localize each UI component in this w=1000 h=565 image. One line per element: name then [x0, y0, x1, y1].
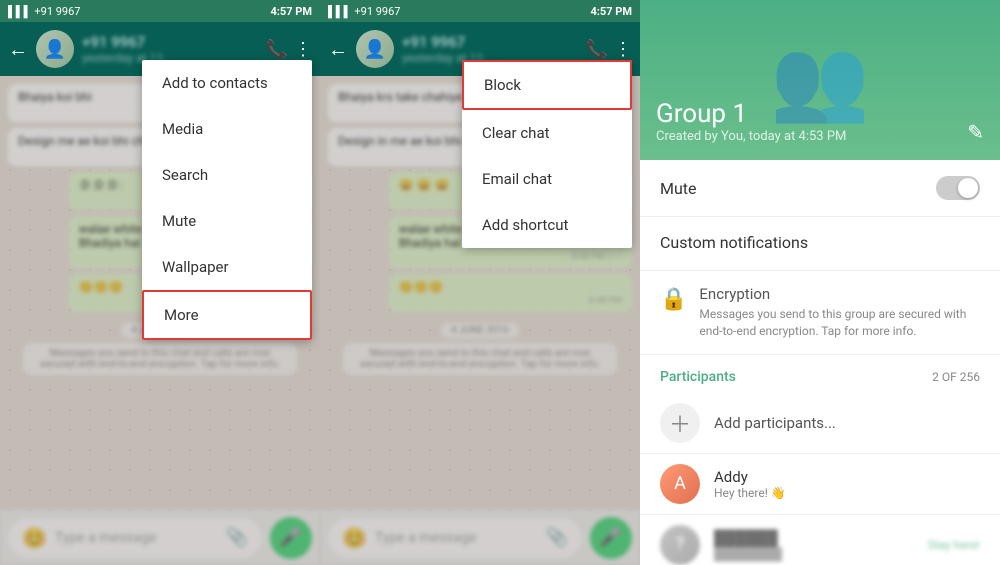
status-left-2: ▌▌▌ +91 9967 — [328, 5, 400, 18]
menu-clear-chat[interactable]: Clear chat — [462, 110, 632, 156]
add-participant-row[interactable]: ＋ Add participants... — [640, 393, 1000, 454]
header-icons-2: 📞 ⋮ — [586, 39, 632, 60]
phone-icon-1[interactable]: 📞 — [266, 39, 288, 60]
menu-add-contacts[interactable]: Add to contacts — [142, 60, 312, 106]
encryption-row[interactable]: 🔒 Encryption Messages you send to this g… — [640, 271, 1000, 355]
mute-row: Mute — [640, 160, 1000, 217]
participants-header: Participants 2 OF 256 — [640, 355, 1000, 393]
menu-more[interactable]: More — [142, 290, 312, 340]
group-created: Created by You, today at 4:53 PM — [656, 129, 984, 144]
menu-search[interactable]: Search — [142, 152, 312, 198]
participant-name-blurred: ██████ — [714, 529, 913, 547]
back-arrow-2[interactable]: ← — [328, 37, 348, 62]
participant-info: Addy Hey there! 👋 — [714, 468, 980, 500]
signal-icon-2: ▌▌▌ — [328, 5, 351, 18]
contact-avatar-2: 👤 — [356, 30, 394, 68]
participant-status-blurred: ████████ — [714, 547, 913, 561]
encryption-title: Encryption — [699, 285, 980, 303]
participants-label: Participants — [660, 369, 736, 385]
more-icon-1[interactable]: ⋮ — [294, 39, 312, 60]
status-time-2: 4:57 PM — [591, 5, 633, 18]
group-header: 👥 Group 1 Created by You, today at 4:53 … — [640, 0, 1000, 160]
participant-row[interactable]: A Addy Hey there! 👋 — [640, 454, 1000, 515]
participant-avatar-blurred: ? — [660, 525, 700, 565]
participant-info-blurred: ██████ ████████ — [714, 529, 913, 561]
participant-avatar: A — [660, 464, 700, 504]
add-participant-icon: ＋ — [660, 403, 700, 443]
participant-action: Stay here! — [927, 538, 980, 552]
header-icons-1: 📞 ⋮ — [266, 39, 312, 60]
group-name: Group 1 — [656, 99, 984, 129]
status-bar-1: ▌▌▌ +91 9967 4:57 PM — [0, 0, 320, 22]
menu-block[interactable]: Block — [462, 60, 632, 110]
dropdown-menu-1: Add to contacts Media Search Mute Wallpa… — [142, 60, 312, 340]
menu-email-chat[interactable]: Email chat — [462, 156, 632, 202]
participant-status: Hey there! 👋 — [714, 486, 980, 500]
edit-group-button[interactable]: ✎ — [967, 120, 984, 144]
participants-count: 2 OF 256 — [932, 370, 980, 384]
menu-add-shortcut[interactable]: Add shortcut — [462, 202, 632, 248]
back-arrow-1[interactable]: ← — [8, 37, 28, 62]
encryption-text: Encryption Messages you send to this gro… — [699, 285, 980, 340]
participant-name: Addy — [714, 468, 980, 486]
contact-avatar-1: 👤 — [36, 30, 74, 68]
mute-label: Mute — [660, 179, 697, 198]
menu-media[interactable]: Media — [142, 106, 312, 152]
panel-1: ▌▌▌ +91 9967 4:57 PM ← 👤 +91 9967 yester… — [0, 0, 320, 565]
panel-2: ▌▌▌ +91 9967 4:57 PM ← 👤 +91 9967 yester… — [320, 0, 640, 565]
group-body: Mute Custom notifications 🔒 Encryption M… — [640, 160, 1000, 565]
add-participant-label: Add participants... — [714, 414, 836, 432]
dropdown-menu-2: Block Clear chat Email chat Add shortcut — [462, 60, 632, 248]
signal-icon: ▌▌▌ — [8, 5, 31, 18]
menu-wallpaper[interactable]: Wallpaper — [142, 244, 312, 290]
participant-row-blurred: ? ██████ ████████ Stay here! — [640, 515, 1000, 565]
contact-name-1: +91 9967 — [82, 33, 258, 51]
encryption-description: Messages you send to this group are secu… — [699, 306, 980, 340]
group-panel: 👥 Group 1 Created by You, today at 4:53 … — [640, 0, 1000, 565]
status-time-1: 4:57 PM — [271, 5, 313, 18]
status-name-1: +91 9967 — [34, 5, 80, 18]
status-left-1: ▌▌▌ +91 9967 — [8, 5, 80, 18]
contact-name-2: +91 9967 — [402, 33, 578, 51]
custom-notifications-row[interactable]: Custom notifications — [640, 217, 1000, 271]
more-icon-2[interactable]: ⋮ — [614, 39, 632, 60]
phone-icon-2[interactable]: 📞 — [586, 39, 608, 60]
lock-icon: 🔒 — [660, 287, 687, 312]
custom-notifications-label: Custom notifications — [660, 233, 980, 252]
menu-mute[interactable]: Mute — [142, 198, 312, 244]
status-name-2: +91 9967 — [354, 5, 400, 18]
group-title-area: Group 1 Created by You, today at 4:53 PM — [656, 99, 984, 144]
status-bar-2: ▌▌▌ +91 9967 4:57 PM — [320, 0, 640, 22]
mute-toggle[interactable] — [936, 176, 980, 200]
